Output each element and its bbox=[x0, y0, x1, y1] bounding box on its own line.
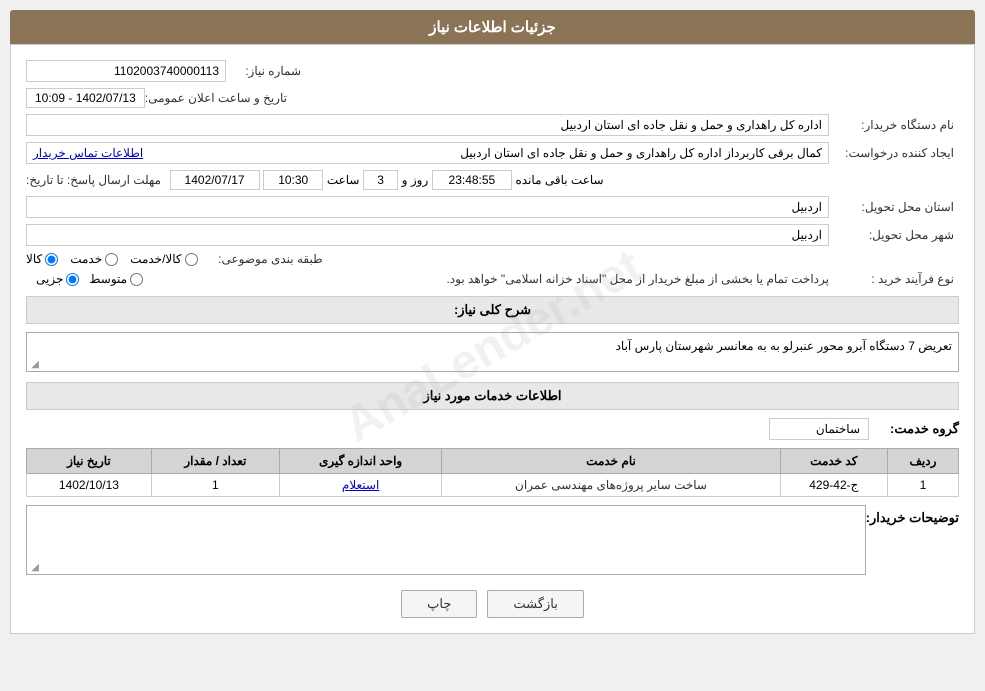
need-desc-section: شرح کلی نیاز: bbox=[26, 296, 959, 324]
description-box: ◢ bbox=[26, 505, 866, 575]
process-row: نوع فرآیند خرید : پرداخت تمام یا بخشی از… bbox=[26, 272, 959, 286]
need-desc-container: تعریض 7 دستگاه آبرو محور عنبرلو به به مع… bbox=[26, 332, 959, 372]
page-header: جزئیات اطلاعات نیاز bbox=[10, 10, 975, 44]
need-number-row: شماره نیاز: 1102003740000113 bbox=[26, 60, 959, 82]
process-jozyi-radio[interactable] bbox=[66, 273, 79, 286]
deadline-row: ساعت باقی مانده 23:48:55 روز و 3 ساعت 10… bbox=[26, 170, 959, 190]
description-resize-handle: ◢ bbox=[29, 562, 39, 572]
subject-kala-khadamat-label: کالا/خدمت bbox=[130, 252, 181, 266]
deadline-days-value: 3 bbox=[363, 170, 398, 190]
process-label: نوع فرآیند خرید : bbox=[829, 272, 959, 286]
button-row: بازگشت چاپ bbox=[26, 590, 959, 618]
subject-khadamat-label: خدمت bbox=[70, 252, 102, 266]
page-title: جزئیات اطلاعات نیاز bbox=[429, 19, 556, 36]
subject-kala-khadamat-item: کالا/خدمت bbox=[130, 252, 197, 266]
subject-kala-khadamat-radio[interactable] bbox=[185, 253, 198, 266]
announce-row: تاریخ و ساعت اعلان عمومی: 1402/07/13 - 1… bbox=[26, 88, 959, 108]
deadline-time-value: 10:30 bbox=[263, 170, 323, 190]
need-number-value: 1102003740000113 bbox=[26, 60, 226, 82]
announce-label: تاریخ و ساعت اعلان عمومی: bbox=[145, 91, 292, 105]
days-label: روز و bbox=[402, 173, 429, 187]
col-name: نام خدمت bbox=[442, 449, 780, 474]
city-value: اردبیل bbox=[26, 224, 829, 246]
process-jozyi-item: جزیی bbox=[36, 272, 79, 286]
contact-link[interactable]: اطلاعات تماس خریدار bbox=[33, 146, 143, 160]
description-label: توضیحات خریدار: bbox=[866, 505, 959, 526]
deadline-label: مهلت ارسال پاسخ: تا تاریخ: bbox=[26, 173, 166, 187]
city-row: شهر محل تحویل: اردبیل bbox=[26, 224, 959, 246]
table-row: 1 ج-42-429 ساخت سایر پروژه‌های مهندسی عم… bbox=[27, 474, 959, 497]
process-mootasat-item: متوسط bbox=[89, 272, 143, 286]
time-label: ساعت bbox=[327, 173, 360, 187]
province-row: استان محل تحویل: اردبیل bbox=[26, 196, 959, 218]
subject-row: طبقه بندی موضوعی: کالا/خدمت خدمت کالا bbox=[26, 252, 959, 266]
col-date: تاریخ نیاز bbox=[27, 449, 152, 474]
description-row: توضیحات خریدار: ◢ bbox=[26, 505, 959, 575]
creator-label: ایجاد کننده درخواست: bbox=[829, 146, 959, 160]
announce-date-value: 1402/07/13 - 10:09 bbox=[26, 88, 145, 108]
group-value: ساختمان bbox=[769, 418, 869, 440]
need-desc-label: شرح کلی نیاز: bbox=[454, 302, 531, 317]
buyer-org-row: نام دستگاه خریدار: اداره کل راهداری و حم… bbox=[26, 114, 959, 136]
process-mootasat-radio[interactable] bbox=[130, 273, 143, 286]
col-row: ردیف bbox=[887, 449, 958, 474]
process-text: پرداخت تمام یا بخشی از مبلغ خریدار از مح… bbox=[143, 272, 829, 286]
subject-label: طبقه بندی موضوعی: bbox=[198, 252, 328, 266]
subject-khadamat-radio[interactable] bbox=[105, 253, 118, 266]
subject-kala-radio[interactable] bbox=[45, 253, 58, 266]
back-button[interactable]: بازگشت bbox=[487, 590, 583, 618]
creator-value: کمال برقی کاربرداز اداره کل راهداری و حم… bbox=[460, 146, 822, 160]
subject-radio-group: کالا/خدمت خدمت کالا bbox=[26, 252, 198, 266]
col-code: کد خدمت bbox=[780, 449, 887, 474]
buyer-org-label: نام دستگاه خریدار: bbox=[829, 118, 959, 132]
group-service-row: گروه خدمت: ساختمان bbox=[26, 418, 959, 440]
subject-kala-label: کالا bbox=[26, 252, 42, 266]
subject-kala-item: کالا bbox=[26, 252, 58, 266]
services-section-label: اطلاعات خدمات مورد نیاز bbox=[423, 388, 561, 403]
need-desc-value: تعریض 7 دستگاه آبرو محور عنبرلو به به مع… bbox=[26, 332, 959, 372]
buyer-org-value: اداره کل راهداری و حمل و نقل جاده ای است… bbox=[26, 114, 829, 136]
deadline-date-value: 1402/07/17 bbox=[170, 170, 260, 190]
cell-code: ج-42-429 bbox=[780, 474, 887, 497]
subject-khadamat-item: خدمت bbox=[70, 252, 118, 266]
province-label: استان محل تحویل: bbox=[829, 200, 959, 214]
cell-date: 1402/10/13 bbox=[27, 474, 152, 497]
services-section-title: اطلاعات خدمات مورد نیاز bbox=[26, 382, 959, 410]
group-label: گروه خدمت: bbox=[869, 421, 959, 437]
process-jozyi-label: جزیی bbox=[36, 272, 63, 286]
deadline-clock-value: 23:48:55 bbox=[432, 170, 512, 190]
need-number-label: شماره نیاز: bbox=[226, 64, 306, 78]
print-button[interactable]: چاپ bbox=[401, 590, 477, 618]
resize-handle-icon: ◢ bbox=[29, 359, 39, 369]
cell-unit[interactable]: استعلام bbox=[279, 474, 441, 497]
province-value: اردبیل bbox=[26, 196, 829, 218]
process-radio-group: متوسط جزیی bbox=[36, 272, 143, 286]
service-table: ردیف کد خدمت نام خدمت واحد اندازه گیری ت… bbox=[26, 448, 959, 497]
city-label: شهر محل تحویل: bbox=[829, 228, 959, 242]
remaining-label: ساعت باقی مانده bbox=[516, 173, 604, 187]
creator-row: ایجاد کننده درخواست: کمال برقی کاربرداز … bbox=[26, 142, 959, 164]
col-unit: واحد اندازه گیری bbox=[279, 449, 441, 474]
cell-name: ساخت سایر پروژه‌های مهندسی عمران bbox=[442, 474, 780, 497]
cell-quantity: 1 bbox=[151, 474, 279, 497]
cell-row: 1 bbox=[887, 474, 958, 497]
col-quantity: تعداد / مقدار bbox=[151, 449, 279, 474]
process-mootasat-label: متوسط bbox=[89, 272, 127, 286]
